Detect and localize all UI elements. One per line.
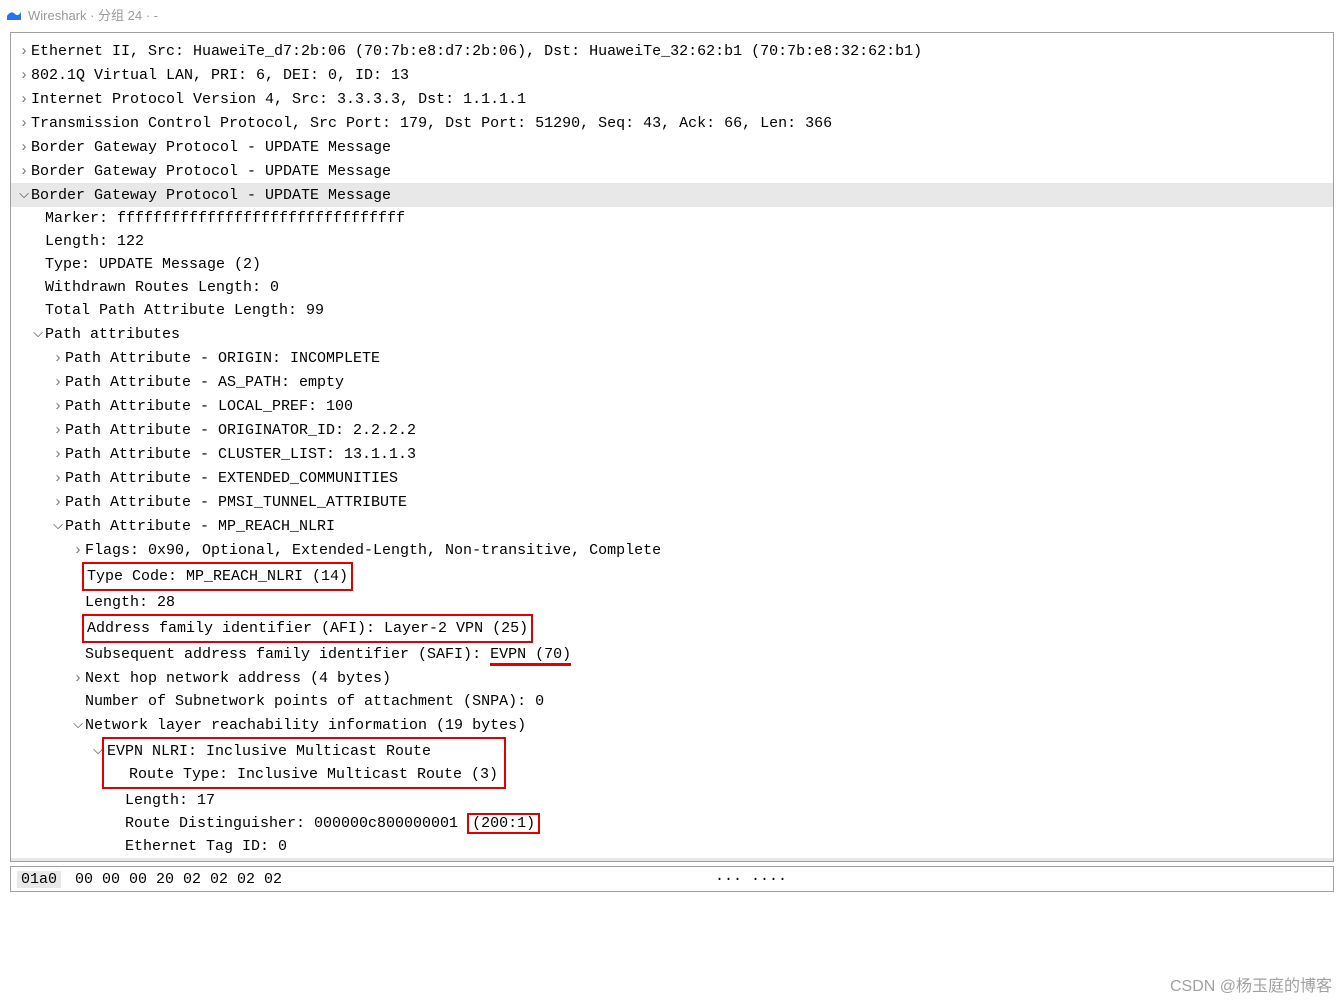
tree-row[interactable]: Path Attribute - CLUSTER_LIST: 13.1.1.3 [11,442,1333,466]
tree-row[interactable]: 802.1Q Virtual LAN, PRI: 6, DEI: 0, ID: … [11,63,1333,87]
tree-row[interactable]: Type Code: MP_REACH_NLRI (14) [11,562,1333,591]
tree-row[interactable]: Route Distinguisher: 000000c800000001 (2… [11,812,1333,835]
tree-row[interactable]: Type: UPDATE Message (2) [11,253,1333,276]
window-titlebar: Wireshark · 分组 24 · - [0,0,1344,28]
chevron-down-icon[interactable] [71,713,85,737]
chevron-right-icon[interactable] [51,466,65,490]
chevron-right-icon[interactable] [51,418,65,442]
chevron-right-icon[interactable] [17,135,31,159]
chevron-right-icon[interactable] [17,63,31,87]
tree-row[interactable]: Flags: 0x90, Optional, Extended-Length, … [11,538,1333,562]
tree-row[interactable]: Path Attribute - LOCAL_PREF: 100 [11,394,1333,418]
tree-row[interactable]: Path Attribute - ORIGIN: INCOMPLETE [11,346,1333,370]
tree-row[interactable]: Length: 122 [11,230,1333,253]
tree-row[interactable]: Subsequent address family identifier (SA… [11,643,1333,666]
tree-row-expanded[interactable]: Path attributes [11,322,1333,346]
tree-row[interactable]: Path Attribute - EXTENDED_COMMUNITIES [11,466,1333,490]
chevron-down-icon[interactable] [51,514,65,538]
hex-dump-panel[interactable]: 01a0 00 00 00 20 02 02 02 02 ··· ···· [10,866,1334,892]
chevron-down-icon[interactable] [31,322,45,346]
tree-row-selected[interactable]: IP Address Length: 32 [11,858,1333,862]
highlighted-underline: EVPN (70) [490,646,571,666]
hex-offset: 01a0 [17,871,61,888]
chevron-right-icon[interactable] [17,111,31,135]
chevron-down-icon[interactable] [17,183,31,207]
hex-bytes: 00 00 00 20 02 02 02 02 [75,871,282,888]
chevron-right-icon[interactable] [51,442,65,466]
chevron-right-icon[interactable] [71,666,85,690]
chevron-right-icon[interactable] [51,394,65,418]
chevron-right-icon[interactable] [17,39,31,63]
tree-row[interactable]: Path Attribute - AS_PATH: empty [11,370,1333,394]
tree-row[interactable]: Transmission Control Protocol, Src Port:… [11,111,1333,135]
tree-row[interactable]: Ethernet Tag ID: 0 [11,835,1333,858]
watermark-text: CSDN @杨玉庭的博客 [1170,972,1332,996]
highlighted-field: Address family identifier (AFI): Layer-2… [82,614,533,643]
chevron-right-icon[interactable] [71,538,85,562]
chevron-down-icon[interactable] [91,739,105,763]
chevron-right-icon[interactable] [51,490,65,514]
tree-row[interactable]: Length: 17 [11,789,1333,812]
tree-row-expanded[interactable]: Path Attribute - MP_REACH_NLRI [11,514,1333,538]
tree-row[interactable]: Next hop network address (4 bytes) [11,666,1333,690]
tree-row[interactable]: Address family identifier (AFI): Layer-2… [11,614,1333,643]
chevron-right-icon[interactable] [17,87,31,111]
tree-row[interactable]: Total Path Attribute Length: 99 [11,299,1333,322]
tree-row[interactable]: Number of Subnetwork points of attachmen… [11,690,1333,713]
tree-row[interactable]: Marker: ffffffffffffffffffffffffffffffff [11,207,1333,230]
tree-row[interactable]: Path Attribute - PMSI_TUNNEL_ATTRIBUTE [11,490,1333,514]
highlighted-block: EVPN NLRI: Inclusive Multicast RouteRout… [102,737,506,789]
chevron-right-icon[interactable] [51,346,65,370]
packet-details-panel[interactable]: Ethernet II, Src: HuaweiTe_d7:2b:06 (70:… [10,32,1334,862]
highlighted-field: Type Code: MP_REACH_NLRI (14) [82,562,353,591]
tree-row[interactable]: Length: 28 [11,591,1333,614]
protocol-tree[interactable]: Ethernet II, Src: HuaweiTe_d7:2b:06 (70:… [11,33,1333,862]
chevron-right-icon[interactable] [17,159,31,183]
chevron-right-icon[interactable] [51,370,65,394]
highlighted-field: (200:1) [467,813,540,834]
tree-row[interactable]: Path Attribute - ORIGINATOR_ID: 2.2.2.2 [11,418,1333,442]
tree-row[interactable]: Ethernet II, Src: HuaweiTe_d7:2b:06 (70:… [11,39,1333,63]
tree-row-expanded[interactable]: Border Gateway Protocol - UPDATE Message [11,183,1333,207]
tree-row[interactable]: Withdrawn Routes Length: 0 [11,276,1333,299]
tree-row-expanded[interactable]: EVPN NLRI: Inclusive Multicast RouteRout… [11,737,1333,789]
tree-row-expanded[interactable]: Network layer reachability information (… [11,713,1333,737]
window-title: Wireshark · 分组 24 · - [28,5,158,24]
wireshark-logo-icon [6,6,22,22]
tree-row[interactable]: Border Gateway Protocol - UPDATE Message [11,135,1333,159]
tree-row[interactable]: Internet Protocol Version 4, Src: 3.3.3.… [11,87,1333,111]
tree-row[interactable]: Border Gateway Protocol - UPDATE Message [11,159,1333,183]
hex-ascii: ··· ···· [715,871,787,888]
